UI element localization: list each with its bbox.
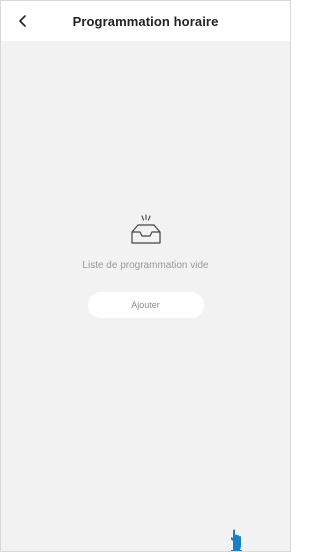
empty-message: Liste de programmation vide — [82, 260, 209, 271]
header-bar: Programmation horaire — [1, 1, 290, 41]
app-screen: Programmation horaire Liste de programma… — [0, 0, 291, 552]
chevron-left-icon — [19, 15, 26, 27]
add-button[interactable]: Ajouter — [87, 292, 204, 318]
empty-inbox-icon — [130, 214, 161, 244]
page-title: Programmation horaire — [72, 13, 219, 29]
hand-pointer-icon — [231, 529, 242, 551]
back-button[interactable] — [11, 9, 35, 33]
empty-state: Liste de programmation vide Ajouter — [1, 213, 290, 318]
